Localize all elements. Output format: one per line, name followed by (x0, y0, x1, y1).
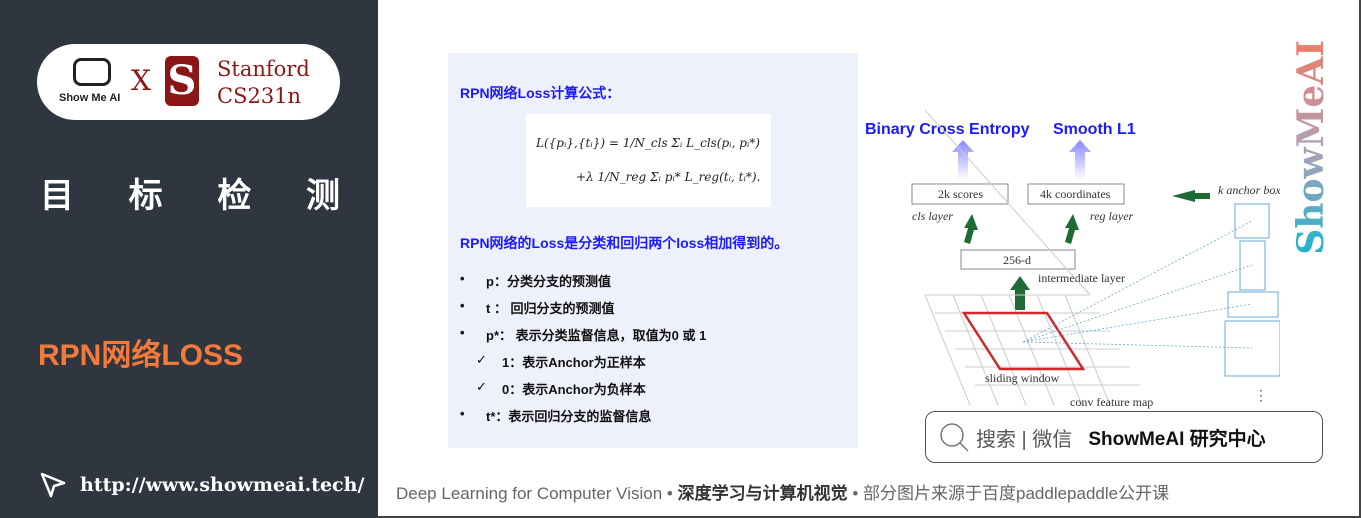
item-text: 0：表示Anchor为负样本 (502, 382, 646, 397)
stanford-line1: Stanford (217, 57, 310, 81)
loss-explanation-panel: RPN网络Loss计算公式： L({pᵢ},{tᵢ}) = 1/N_cls Σᵢ… (448, 53, 858, 448)
more-dots: ⋮ (1254, 389, 1268, 404)
showmeai-logo-text: Show Me AI (59, 92, 121, 104)
loss-formula: L({pᵢ},{tᵢ}) = 1/N_cls Σᵢ L_cls(pᵢ, pᵢ*)… (526, 114, 771, 207)
conv-feature-map-label: conv feature map (1070, 395, 1153, 409)
check-icon: ✓ (476, 379, 487, 394)
title-char: 目 (40, 177, 74, 215)
formula-heading: RPN网络Loss计算公式： (460, 85, 621, 101)
stanford-text: Stanford CS231n (217, 56, 310, 110)
formula-line: L({pᵢ},{tᵢ}) = 1/N_cls Σᵢ L_cls(pᵢ, pᵢ*) (536, 136, 760, 150)
left-arrow-icon (1172, 190, 1210, 202)
stanford-line2: CS231n (217, 84, 302, 108)
reg-layer-label: reg layer (1090, 209, 1134, 223)
footer-course-cn: 深度学习与计算机视觉 (677, 484, 848, 503)
website-link[interactable]: http://www.showmeai.tech/ (38, 470, 364, 500)
scores-label: 2k scores (938, 187, 983, 201)
showmeai-watermark: ShowMeAI (1290, 40, 1332, 255)
sliding-window (961, 311, 1086, 371)
title-char: 标 (128, 177, 163, 215)
list-item: ✓ 0：表示Anchor为负样本 (460, 379, 706, 406)
logo-banner: Show Me AI X S Stanford CS231n (37, 44, 340, 120)
footer-sep: • (847, 484, 863, 503)
256d-label: 256-d (1003, 253, 1031, 267)
search-label: 搜索 | 微信 (976, 428, 1073, 451)
list-item: ✓ 1：表示Anchor为正样本 (460, 352, 706, 379)
rpn-diagram: Binary Cross Entropy Smooth L1 2k scores… (865, 110, 1280, 409)
url-text[interactable]: http://www.showmeai.tech/ (80, 474, 364, 496)
stanford-logo-icon: S (165, 56, 199, 106)
bullet: • (460, 298, 465, 313)
coords-label: 4k coordinates (1040, 187, 1111, 201)
formula-line: +λ 1/N_reg Σᵢ pᵢ* L_reg(tᵢ, tᵢ*). (576, 170, 761, 184)
showmeai-logo-icon (73, 58, 111, 86)
item-text: p*： 表示分类监督信息，取值为0 或 1 (486, 328, 707, 343)
check-icon: ✓ (476, 352, 487, 367)
anchor-boxes-label: k anchor boxes (1218, 183, 1280, 197)
footer-course: Deep Learning for Computer Vision (396, 484, 663, 503)
item-text: 1：表示Anchor为正样本 (502, 355, 646, 370)
item-text: t*：表示回归分支的监督信息 (486, 409, 652, 424)
cursor-icon (40, 472, 66, 498)
title-char: 检 (217, 177, 252, 215)
item-text: t ： 回归分支的预测值 (486, 301, 615, 316)
anchor-boxes (1022, 203, 1280, 377)
search-icon (940, 423, 969, 452)
bullet: • (460, 271, 465, 286)
footer: Deep Learning for Computer Vision • 深度学习… (396, 479, 1169, 504)
definition-list: • p：分类分支的预测值 • t ： 回归分支的预测值 • p*： 表示分类监督信息，… (460, 271, 706, 433)
cls-layer-label: cls layer (912, 209, 953, 223)
up-arrow-icon (1069, 140, 1091, 180)
wechat-search-badge[interactable]: 搜索 | 微信 ShowMeAI 研究中心 (925, 411, 1323, 463)
list-item: • p*： 表示分类监督信息，取值为0 或 1 (460, 325, 706, 352)
slide-subtitle: RPN网络LOSS (38, 339, 244, 372)
list-item: • t ： 回归分支的预测值 (460, 298, 706, 325)
footer-sep: • (662, 484, 678, 503)
list-item: • p：分类分支的预测值 (460, 271, 706, 298)
loss-summary: RPN网络的Loss是分类和回归两个loss相加得到的。 (460, 235, 789, 251)
list-item: • t*：表示回归分支的监督信息 (460, 406, 706, 433)
title-char: 测 (305, 177, 340, 215)
section-title: 目标检测 (40, 168, 340, 217)
item-text: p：分类分支的预测值 (486, 274, 611, 289)
up-arrow-icon (952, 140, 974, 180)
smooth-l1-label: Smooth L1 (1053, 121, 1136, 138)
bullet: • (460, 325, 465, 340)
bullet: • (460, 406, 465, 421)
sliding-window-label: sliding window (985, 371, 1060, 385)
footer-note: 部分图片来源于百度paddlepaddle公开课 (863, 484, 1170, 503)
cross-mark: X (131, 64, 151, 97)
search-brand: ShowMeAI 研究中心 (1088, 428, 1266, 450)
intermediate-layer-label: intermediate layer (1038, 271, 1125, 285)
sidebar: Show Me AI X S Stanford CS231n 目 标 检 测 RPN网络… (0, 0, 378, 518)
